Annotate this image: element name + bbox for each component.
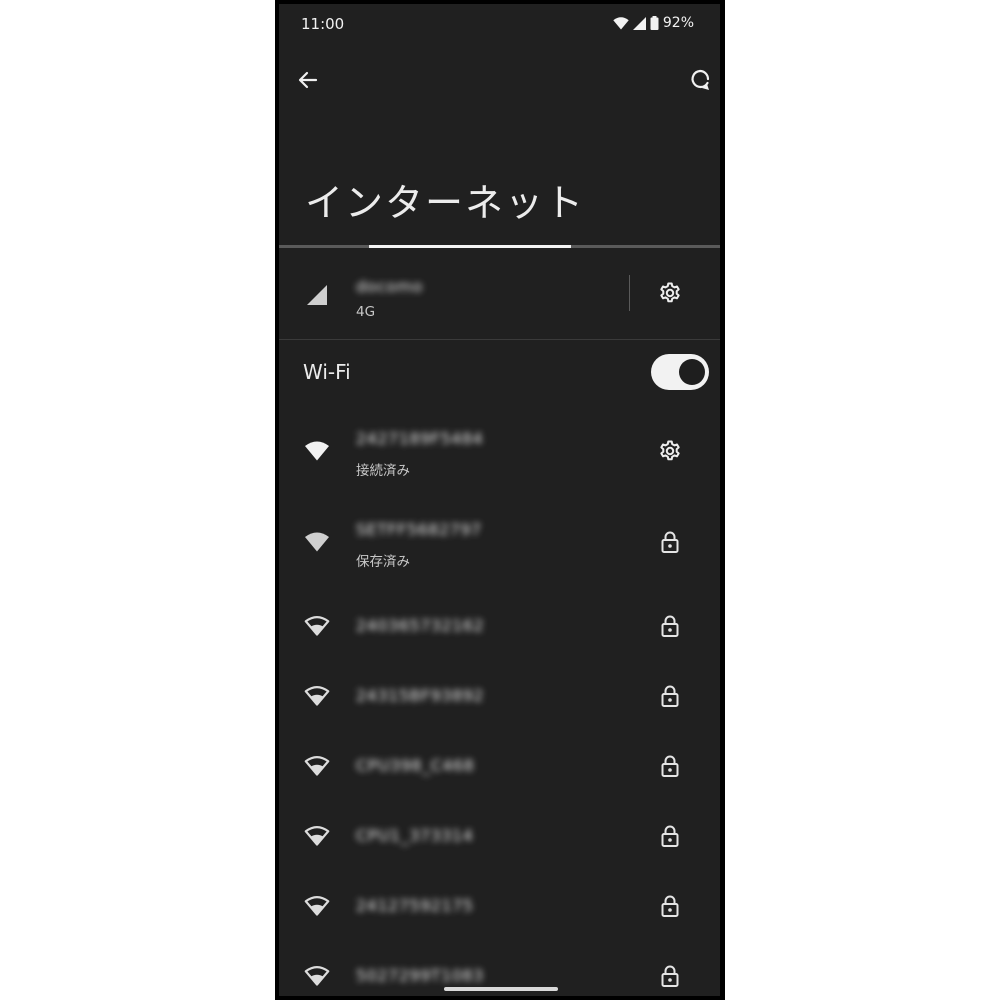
page-title: インターネット [305, 181, 586, 225]
wifi-network-ssid: 5027299T1083 [356, 966, 484, 985]
battery-percent: 92% [662, 15, 694, 31]
lock-icon [655, 681, 685, 711]
wifi-icon [613, 16, 629, 30]
wifi-network-row[interactable]: SETFF5682797 保存済み [279, 515, 720, 606]
mobile-carrier-name: docomo [356, 277, 423, 296]
mobile-network-row[interactable]: docomo 4G [279, 250, 720, 340]
wifi-network-ssid: SETFF5682797 [356, 520, 482, 539]
lock-icon [655, 751, 685, 781]
wifi-network-row[interactable]: 240365732162 [279, 606, 720, 676]
wifi-signal-icon [303, 822, 331, 850]
lock-icon [655, 891, 685, 921]
wifi-network-ssid: CPU398_C468 [356, 756, 475, 775]
lock-icon [655, 527, 685, 557]
wifi-network-ssid: 240365732162 [356, 616, 485, 635]
wifi-signal-icon [303, 892, 331, 920]
mobile-network-type: 4G [356, 304, 376, 320]
wifi-signal-icon [303, 528, 331, 556]
lock-icon [655, 611, 685, 641]
help-refresh-icon[interactable] [686, 66, 714, 94]
gesture-navigation-bar[interactable] [444, 987, 558, 991]
wifi-signal-icon [303, 752, 331, 780]
wifi-network-row[interactable]: 2427189F5484 接続済み [279, 424, 720, 515]
wifi-toggle-knob [679, 359, 705, 385]
status-bar: 11:00 92% [279, 4, 720, 44]
wifi-signal-icon [303, 682, 331, 710]
screen: 11:00 92% インターネット docomo 4G Wi-Fi 242718… [279, 4, 720, 996]
wifi-network-ssid: 24127592175 [356, 896, 474, 915]
wifi-network-status: 保存済み [356, 554, 410, 570]
wifi-network-ssid: CPU1_373314 [356, 826, 474, 845]
wifi-network-ssid: 24315BF93892 [356, 686, 484, 705]
wifi-network-row[interactable]: 24127592175 [279, 886, 720, 956]
wifi-network-row[interactable]: CPU398_C468 [279, 746, 720, 816]
wifi-signal-icon [303, 437, 331, 465]
phone-frame: 11:00 92% インターネット docomo 4G Wi-Fi 242718… [275, 0, 725, 1000]
loading-progress-fill [369, 245, 571, 248]
mobile-settings-gear-icon[interactable] [655, 278, 685, 308]
wifi-toggle[interactable] [651, 354, 709, 390]
cellular-signal-icon [303, 281, 331, 309]
wifi-settings-gear-icon[interactable] [655, 436, 685, 466]
row-divider [629, 275, 630, 311]
section-divider [279, 339, 720, 340]
wifi-network-status: 接続済み [356, 463, 410, 479]
status-time: 11:00 [301, 15, 345, 33]
status-icons: 92% [613, 15, 694, 31]
wifi-signal-icon [303, 962, 331, 990]
battery-icon [650, 16, 659, 30]
lock-icon [655, 961, 685, 991]
wifi-network-row[interactable]: 24315BF93892 [279, 676, 720, 746]
back-arrow-icon[interactable] [294, 66, 322, 94]
wifi-network-row[interactable]: CPU1_373314 [279, 816, 720, 886]
wifi-signal-icon [303, 612, 331, 640]
cellular-signal-icon [632, 16, 646, 30]
wifi-network-ssid: 2427189F5484 [356, 429, 484, 448]
lock-icon [655, 821, 685, 851]
loading-progress-bar [279, 245, 720, 248]
wifi-label: Wi-Fi [303, 360, 351, 384]
